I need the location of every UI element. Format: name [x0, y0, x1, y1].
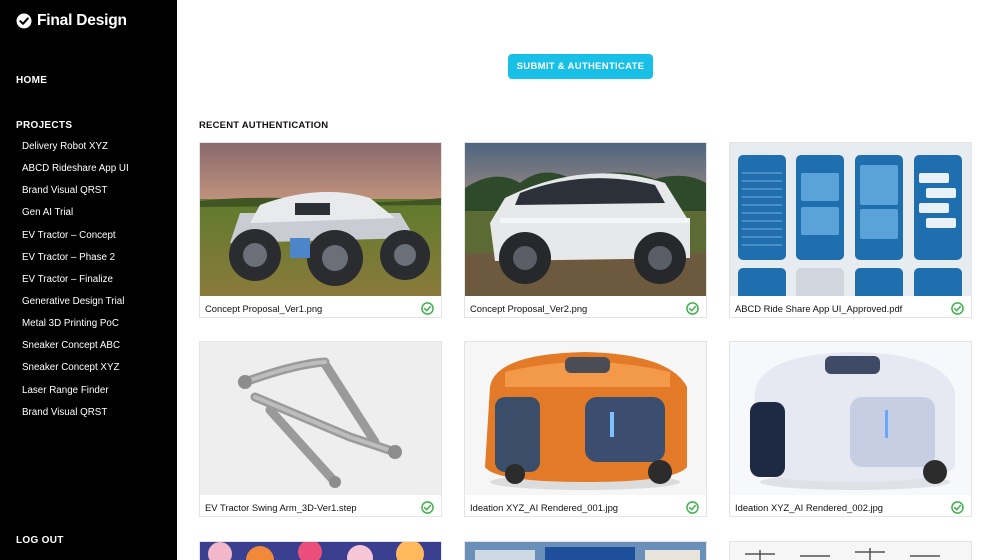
project-item[interactable]: Gen AI Trial — [22, 207, 129, 229]
project-item[interactable]: EV Tractor – Phase 2 — [22, 252, 129, 274]
file-thumbnail — [200, 143, 441, 296]
file-thumbnail — [200, 342, 441, 495]
sidebar: Final Design HOME PROJECTS Delivery Robo… — [0, 0, 177, 560]
check-circle-icon — [951, 501, 964, 514]
file-thumbnail — [465, 542, 706, 560]
app-logo[interactable]: Final Design — [16, 12, 127, 30]
check-circle-icon — [16, 13, 32, 29]
file-card[interactable]: EV Tractor Swing Arm_3D-Ver1.step — [199, 341, 442, 517]
project-item[interactable]: Laser Range Finder — [22, 385, 129, 407]
file-name: EV Tractor Swing Arm_3D-Ver1.step — [205, 502, 357, 513]
file-thumbnail — [730, 342, 971, 495]
file-name: Ideation XYZ_AI Rendered_001.jpg — [470, 502, 619, 513]
app-title: Final Design — [37, 12, 127, 29]
project-item[interactable]: Brand Visual QRST — [22, 407, 129, 429]
check-circle-icon — [686, 501, 699, 514]
file-card[interactable] — [199, 541, 442, 560]
file-card[interactable]: ABCD Ride Share App UI_Approved.pdf — [729, 142, 972, 318]
file-thumbnail — [730, 542, 971, 560]
file-name: ABCD Ride Share App UI_Approved.pdf — [735, 303, 903, 314]
check-circle-icon — [686, 302, 699, 315]
project-item[interactable]: Sneaker Concept ABC — [22, 340, 129, 362]
project-item[interactable]: Metal 3D Printing PoC — [22, 318, 129, 340]
projects-heading: PROJECTS — [16, 120, 73, 131]
section-title: RECENT AUTHENTICATION — [199, 120, 329, 131]
file-card[interactable] — [729, 541, 972, 560]
check-circle-icon — [421, 302, 434, 315]
file-card[interactable] — [464, 541, 707, 560]
submit-authenticate-button[interactable]: SUBMIT & AUTHENTICATE — [508, 54, 653, 79]
file-name: Concept Proposal_Ver1.png — [205, 303, 323, 314]
file-card[interactable]: Ideation XYZ_AI Rendered_001.jpg — [464, 341, 707, 517]
check-circle-icon — [421, 501, 434, 514]
file-card[interactable]: Concept Proposal_Ver2.png — [464, 142, 707, 318]
project-item[interactable]: EV Tractor – Concept — [22, 230, 129, 252]
project-item[interactable]: Delivery Robot XYZ — [22, 141, 129, 163]
file-thumbnail — [465, 143, 706, 296]
file-card[interactable]: Concept Proposal_Ver1.png — [199, 142, 442, 318]
project-item[interactable]: EV Tractor – Finalize — [22, 274, 129, 296]
logout-link[interactable]: LOG OUT — [16, 535, 64, 546]
nav-home[interactable]: HOME — [16, 75, 47, 86]
project-item[interactable]: Sneaker Concept XYZ — [22, 362, 129, 384]
file-thumbnail — [730, 143, 971, 296]
file-card[interactable]: Ideation XYZ_AI Rendered_002.jpg — [729, 341, 972, 517]
file-name: Ideation XYZ_AI Rendered_002.jpg — [735, 502, 884, 513]
file-thumbnail — [200, 542, 441, 560]
project-item[interactable]: ABCD Rideshare App UI — [22, 163, 129, 185]
project-item[interactable]: Brand Visual QRST — [22, 185, 129, 207]
file-thumbnail — [465, 342, 706, 495]
check-circle-icon — [951, 302, 964, 315]
project-list: Delivery Robot XYZ ABCD Rideshare App UI… — [22, 141, 129, 429]
file-name: Concept Proposal_Ver2.png — [470, 303, 588, 314]
project-item[interactable]: Generative Design Trial — [22, 296, 129, 318]
